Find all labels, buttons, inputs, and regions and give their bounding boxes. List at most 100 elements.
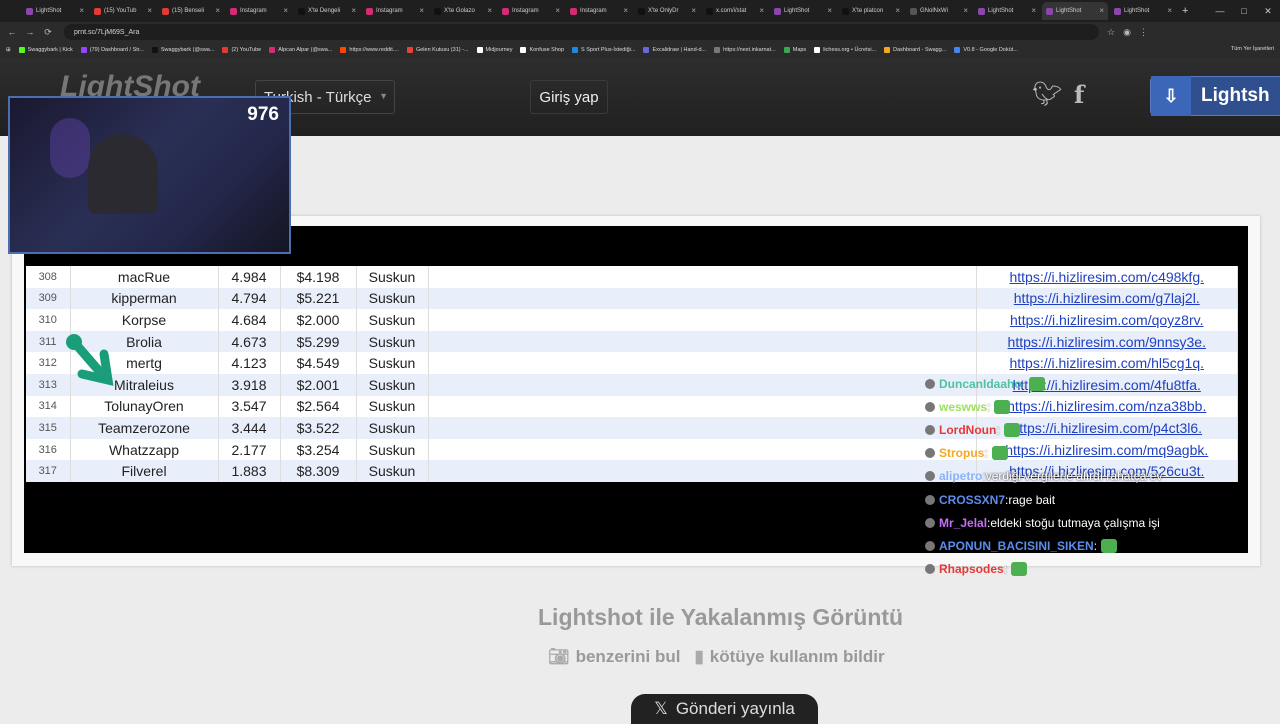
bookmark-item[interactable]: (79) Dashboard / Str...	[80, 47, 144, 53]
chat-username[interactable]: LordNoun	[939, 423, 996, 437]
chat-username[interactable]: DuncanIdaaho	[939, 377, 1022, 391]
close-window-icon[interactable]: ✕	[1256, 6, 1280, 17]
tab-close-icon[interactable]: ×	[215, 6, 220, 15]
bookmark-item[interactable]: Konfuse Shop	[520, 47, 564, 53]
tab-close-icon[interactable]: ×	[691, 6, 696, 15]
browser-tab[interactable]: GNolNxWi ×	[906, 2, 972, 20]
tab-close-icon[interactable]: ×	[79, 6, 84, 15]
tab-close-icon[interactable]: ×	[963, 6, 968, 15]
chat-username[interactable]: alipetro	[939, 469, 982, 483]
tab-close-icon[interactable]: ×	[419, 6, 424, 15]
tab-close-icon[interactable]: ×	[895, 6, 900, 15]
minimize-icon[interactable]: —	[1208, 6, 1232, 16]
chat-username[interactable]: Mr_Jelal	[939, 516, 987, 530]
bookmark-item[interactable]: Excalidraw | Hand-d...	[643, 47, 706, 53]
table-cell-empty	[428, 460, 977, 482]
chat-username[interactable]: Stropus	[939, 446, 984, 460]
star-icon[interactable]: ☆	[1107, 27, 1115, 38]
chat-username[interactable]: APONUN_BACISINI_SIKEN	[939, 539, 1094, 553]
browser-tab[interactable]: Instagram ×	[226, 2, 292, 20]
bookmark-item[interactable]: https://next.inkarnat...	[714, 47, 776, 53]
tab-close-icon[interactable]: ×	[555, 6, 560, 15]
browser-tab[interactable]: LightShot ×	[770, 2, 836, 20]
tab-close-icon[interactable]: ×	[283, 6, 288, 15]
back-icon[interactable]: ←	[6, 27, 18, 37]
favicon-icon	[638, 7, 645, 15]
maximize-icon[interactable]: □	[1232, 6, 1256, 16]
bookmark-icon	[572, 47, 579, 53]
tab-close-icon[interactable]: ×	[623, 6, 628, 15]
login-button[interactable]: Giriş yap	[530, 80, 608, 114]
forward-icon[interactable]: →	[24, 27, 36, 37]
browser-tab[interactable]: (15) Benseli ×	[158, 2, 224, 20]
bookmark-item[interactable]: Swaggybark | Kick	[18, 47, 73, 53]
tab-close-icon[interactable]: ×	[351, 6, 356, 15]
browser-tab[interactable]: Instagram ×	[362, 2, 428, 20]
emote-icon	[1101, 538, 1118, 553]
bookmark-icon	[476, 47, 483, 53]
url-field[interactable]: prnt.sc/7LjM69S_Ara	[64, 24, 1099, 40]
extension-icon[interactable]: ◉	[1123, 27, 1131, 38]
bookmark-item[interactable]: S Sport Plus-İstediği...	[572, 47, 635, 53]
table-cell: 3.444	[218, 417, 281, 439]
twitter-icon[interactable]: 🐦︎	[1032, 80, 1062, 109]
browser-tab[interactable]: X'te Golazo ×	[430, 2, 496, 20]
bookmark-item[interactable]: Dashboard - Swagg...	[884, 47, 946, 53]
browser-tab[interactable]: LightShot ×	[22, 2, 88, 20]
bookmark-item[interactable]: lichess.org • Ücretsi...	[814, 47, 876, 53]
tab-close-icon[interactable]: ×	[1167, 6, 1172, 15]
tab-close-icon[interactable]: ×	[1099, 6, 1104, 15]
tab-close-icon[interactable]: ×	[1031, 6, 1036, 15]
all-bookmarks-button[interactable]: Tüm Yer İşaretleri	[1231, 46, 1274, 52]
find-similar-button[interactable]: 📷︎ benzerini bul	[548, 647, 680, 667]
reload-icon[interactable]: ⟳	[42, 27, 54, 38]
bookmark-item[interactable]: Midjourney	[476, 47, 512, 53]
browser-tab[interactable]: X'te platcon ×	[838, 2, 904, 20]
browser-tab[interactable]: LightShot ×	[1042, 2, 1108, 20]
bookmark-item[interactable]: Gelen Kutusu (31) -...	[406, 47, 469, 53]
table-cell: $4.198	[280, 266, 357, 288]
browser-tab[interactable]: Instagram ×	[498, 2, 564, 20]
image-link[interactable]: https://i.hizliresim.com/hl5cg1q.	[976, 352, 1238, 374]
browser-tab[interactable]: x.com/i/stat ×	[702, 2, 768, 20]
tab-close-icon[interactable]: ×	[759, 6, 764, 15]
tab-close-icon[interactable]: ×	[827, 6, 832, 15]
bookmark-item[interactable]: (2) YouTube	[222, 47, 261, 53]
browser-tab[interactable]: X'te Dengeli ×	[294, 2, 360, 20]
browser-tab[interactable]: LightShot ×	[1110, 2, 1176, 20]
chat-username[interactable]: weswws	[939, 400, 987, 414]
download-button[interactable]: ⇩ Lightsh	[1150, 76, 1280, 116]
bookmark-item[interactable]: Maps	[783, 47, 806, 53]
image-link[interactable]: https://i.hizliresim.com/qoyz8rv.	[976, 309, 1238, 331]
bookmark-item[interactable]: https://www.reddit....	[340, 47, 399, 53]
badge-icon	[925, 471, 935, 482]
tab-close-icon[interactable]: ×	[487, 6, 492, 15]
browser-tab[interactable]: Instagram ×	[566, 2, 632, 20]
facebook-icon[interactable]: f	[1074, 80, 1084, 109]
image-link[interactable]: https://i.hizliresim.com/c498kfg.	[976, 266, 1238, 288]
bookmark-icon	[884, 47, 891, 53]
chat-username[interactable]: CROSSXN7	[939, 493, 1005, 507]
light-glow	[50, 118, 90, 178]
bookmark-item[interactable]: Alpcan Alpar (@swa...	[269, 47, 332, 53]
new-tab-icon[interactable]: +	[1182, 5, 1188, 17]
browser-tab[interactable]: LightShot ×	[974, 2, 1040, 20]
apps-icon[interactable]: ⊞	[6, 47, 11, 53]
chat-username[interactable]: Rhapsodes	[939, 562, 1004, 576]
image-link[interactable]: https://i.hizliresim.com/9nnsy3e.	[976, 330, 1238, 353]
report-abuse-button[interactable]: ▮ kötüye kullanım bildir	[694, 647, 884, 667]
tab-close-icon[interactable]: ×	[147, 6, 152, 15]
chat-separator: :	[987, 399, 991, 414]
table-cell: macRue	[70, 266, 219, 288]
menu-icon[interactable]: ⋮	[1139, 27, 1148, 38]
browser-tab[interactable]: X'te OnlyDr ×	[634, 2, 700, 20]
table-cell: Suskun	[356, 309, 429, 331]
bookmark-item[interactable]: Swaggybark (@swa...	[151, 47, 214, 53]
table-cell: Suskun	[356, 330, 429, 353]
table-cell: 3.918	[218, 373, 281, 396]
chat-message: weswws :	[925, 395, 1225, 418]
table-cell: 1.883	[218, 460, 281, 482]
browser-tab[interactable]: (15) YouTub ×	[90, 2, 156, 20]
image-link[interactable]: https://i.hizliresim.com/g7laj2l.	[976, 287, 1238, 310]
bookmark-item[interactable]: V0.8 - Google Doküt...	[954, 47, 1018, 53]
